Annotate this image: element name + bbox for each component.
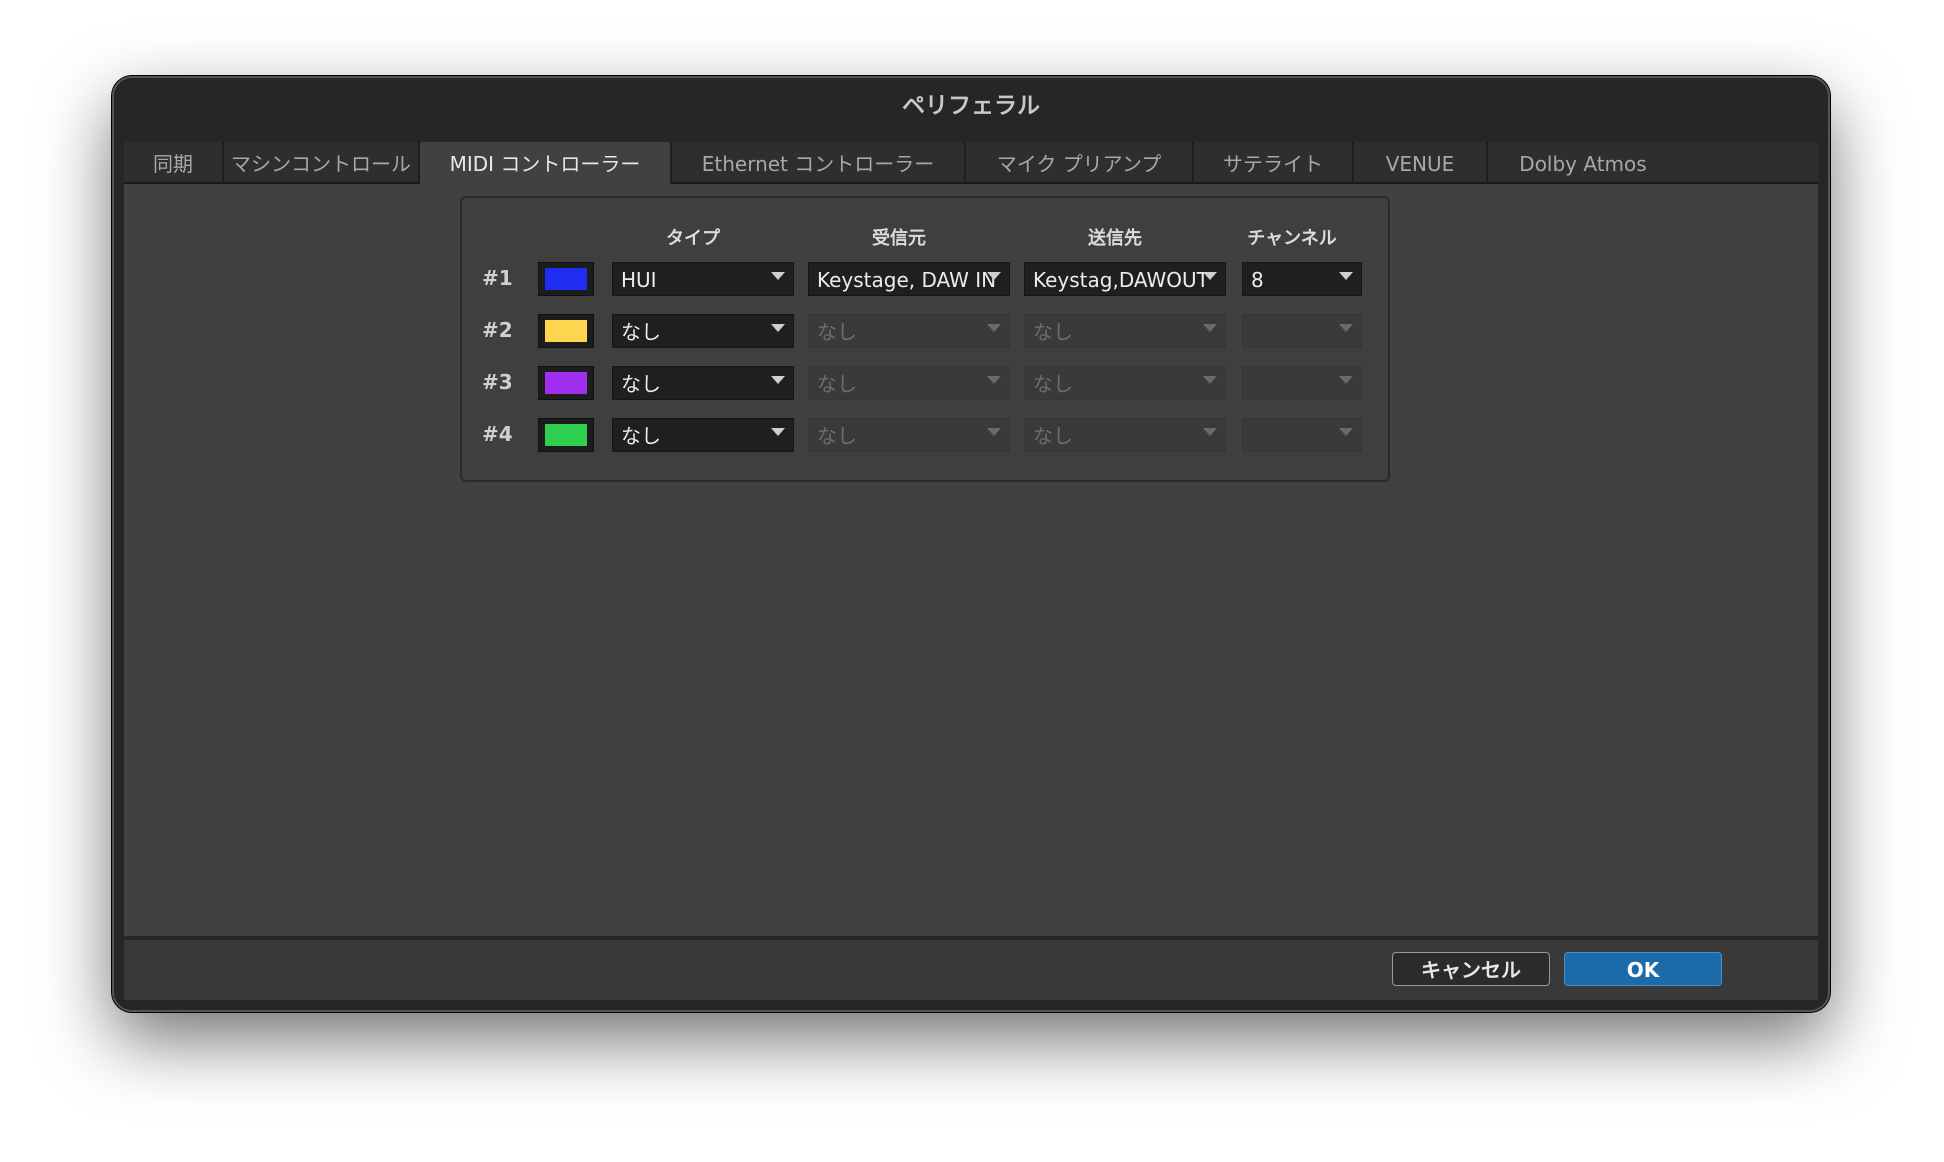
channel-dropdown <box>1242 314 1362 348</box>
tab-content: タイプ 受信元 送信先 チャンネル #1 HUI Keystage, DAW I… <box>124 184 1818 936</box>
tab-ethernet-controllers[interactable]: Ethernet コントローラー <box>672 142 966 182</box>
peripherals-dialog: ペリフェラル 同期 マシンコントロール MIDI コントローラー Etherne… <box>112 76 1830 1012</box>
type-value: なし <box>621 424 661 448</box>
receive-from-dropdown[interactable]: Keystage, DAW IN <box>808 262 1010 296</box>
receive-from-value: なし <box>817 424 857 448</box>
chevron-down-icon <box>1339 272 1353 280</box>
receive-from-value: なし <box>817 320 857 344</box>
chevron-down-icon <box>771 428 785 436</box>
chevron-down-icon <box>771 324 785 332</box>
send-to-value: Keystag,DAWOUT <box>1033 268 1209 292</box>
chevron-down-icon <box>1203 272 1217 280</box>
controller-row-4: #4 なし なし なし <box>462 418 1388 454</box>
dialog-title: ペリフェラル <box>902 93 1040 119</box>
receive-from-dropdown: なし <box>808 314 1010 348</box>
send-to-dropdown: なし <box>1024 366 1226 400</box>
chevron-down-icon <box>1339 376 1353 384</box>
chevron-down-icon <box>771 376 785 384</box>
chevron-down-icon <box>1203 376 1217 384</box>
column-header-send-to: 送信先 <box>1088 228 1142 249</box>
color-swatch[interactable] <box>538 314 594 348</box>
tab-machine-control[interactable]: マシンコントロール <box>224 142 420 182</box>
row-number: #3 <box>482 370 513 394</box>
receive-from-value: Keystage, DAW IN <box>817 268 997 292</box>
color-swatch[interactable] <box>538 262 594 296</box>
receive-from-value: なし <box>817 372 857 396</box>
color-fill <box>545 372 587 394</box>
chevron-down-icon <box>987 428 1001 436</box>
chevron-down-icon <box>987 272 1001 280</box>
row-number: #2 <box>482 318 513 342</box>
chevron-down-icon <box>1203 324 1217 332</box>
color-swatch[interactable] <box>538 418 594 452</box>
type-dropdown[interactable]: HUI <box>612 262 794 296</box>
column-header-channel: チャンネル <box>1247 228 1337 249</box>
type-dropdown[interactable]: なし <box>612 418 794 452</box>
send-to-value: なし <box>1033 372 1073 396</box>
tab-midi-controllers[interactable]: MIDI コントローラー <box>420 142 672 184</box>
send-to-dropdown: なし <box>1024 418 1226 452</box>
color-swatch[interactable] <box>538 366 594 400</box>
midi-controllers-panel: タイプ 受信元 送信先 チャンネル #1 HUI Keystage, DAW I… <box>460 196 1390 482</box>
receive-from-dropdown: なし <box>808 366 1010 400</box>
row-number: #1 <box>482 266 513 290</box>
channel-dropdown[interactable]: 8 <box>1242 262 1362 296</box>
dialog-footer: キャンセル OK <box>124 940 1818 1000</box>
channel-dropdown <box>1242 366 1362 400</box>
type-dropdown[interactable]: なし <box>612 314 794 348</box>
tab-satellites[interactable]: サテライト <box>1194 142 1354 182</box>
chevron-down-icon <box>987 376 1001 384</box>
row-number: #4 <box>482 422 513 446</box>
type-value: HUI <box>621 268 657 292</box>
send-to-dropdown: なし <box>1024 314 1226 348</box>
cancel-button[interactable]: キャンセル <box>1392 952 1550 986</box>
chevron-down-icon <box>1203 428 1217 436</box>
column-header-type: タイプ <box>666 228 720 249</box>
send-to-dropdown[interactable]: Keystag,DAWOUT <box>1024 262 1226 296</box>
type-value: なし <box>621 320 661 344</box>
controller-row-1: #1 HUI Keystage, DAW IN Keystag,DAWOUT 8 <box>462 262 1388 298</box>
tab-bar: 同期 マシンコントロール MIDI コントローラー Ethernet コントロー… <box>124 142 1818 184</box>
tab-dolby-atmos[interactable]: Dolby Atmos <box>1488 142 1678 182</box>
type-value: なし <box>621 372 661 396</box>
tab-sync[interactable]: 同期 <box>124 142 224 182</box>
controller-row-2: #2 なし なし なし <box>462 314 1388 350</box>
chevron-down-icon <box>987 324 1001 332</box>
type-dropdown[interactable]: なし <box>612 366 794 400</box>
controller-row-3: #3 なし なし なし <box>462 366 1388 402</box>
chevron-down-icon <box>771 272 785 280</box>
column-header-receive-from: 受信元 <box>872 228 926 249</box>
color-fill <box>545 424 587 446</box>
send-to-value: なし <box>1033 320 1073 344</box>
color-fill <box>545 320 587 342</box>
channel-dropdown <box>1242 418 1362 452</box>
ok-button[interactable]: OK <box>1564 952 1722 986</box>
receive-from-dropdown: なし <box>808 418 1010 452</box>
tab-venue[interactable]: VENUE <box>1354 142 1488 182</box>
color-fill <box>545 268 587 290</box>
tab-mic-preamps[interactable]: マイク プリアンプ <box>966 142 1194 182</box>
send-to-value: なし <box>1033 424 1073 448</box>
chevron-down-icon <box>1339 324 1353 332</box>
chevron-down-icon <box>1339 428 1353 436</box>
